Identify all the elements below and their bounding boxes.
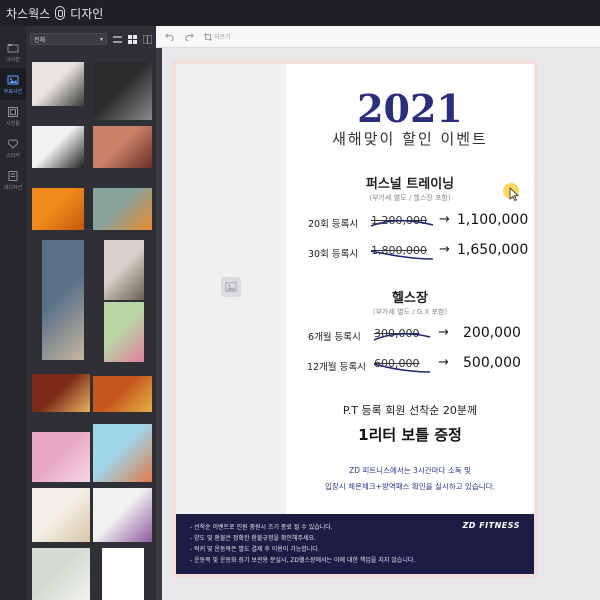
- mouse-pointer-icon: [509, 187, 519, 201]
- redo-icon[interactable]: [184, 32, 194, 42]
- rail-label: 사진틀: [6, 120, 20, 127]
- app-title: 차스웍스: [6, 6, 51, 21]
- grid-view-icon[interactable]: [128, 34, 137, 44]
- price-row: 20회 등록시 1,200,000 → 1,100,000: [286, 212, 534, 231]
- section-title-gym: 헬스장: [392, 291, 428, 306]
- my-design-icon: [8, 170, 18, 181]
- rail-item-my-photos[interactable]: 내사진: [0, 36, 26, 68]
- footer-term-line: - 운동복 및 운동화 장기 보관용 분실시, ZD헬스장에서는 이에 대한 책…: [190, 557, 416, 564]
- new-price: 500,000: [463, 355, 521, 371]
- rail-label: 내사진: [6, 56, 20, 63]
- tangerine-bowl-photo[interactable]: [93, 188, 152, 230]
- image-placeholder-icon[interactable]: [221, 277, 241, 297]
- app-logo-icon: [55, 6, 66, 20]
- editor-left-strip: [156, 48, 162, 600]
- child-smile-photo[interactable]: [104, 302, 144, 362]
- footer-terms: - 선착순 이벤트로 인원 충원시 조기 종료 될 수 있습니다. - 양도 및…: [190, 522, 415, 566]
- crop-icon: [204, 32, 212, 41]
- strike-scribble: [370, 219, 434, 227]
- strike-scribble: [370, 250, 434, 260]
- pizza-photo[interactable]: [32, 374, 90, 412]
- undo-icon[interactable]: [164, 32, 174, 42]
- arrow: →: [438, 355, 449, 370]
- rail-label: 무료사진: [3, 88, 23, 95]
- sanitation-notice-line-2: 입장시 체온체크+방역패스 확인을 실시하고 있습니다.: [324, 482, 495, 491]
- poster-footer: - 선착순 이벤트로 인원 충원시 조기 종료 될 수 있습니다. - 양도 및…: [176, 514, 534, 574]
- price-label: 30회 등록시: [308, 249, 359, 260]
- section-note-gym: (부가세 별도 / G.X 포함): [372, 308, 448, 316]
- section-note-personal-training: (부가세 별도 / 헬스장 포함): [369, 194, 451, 202]
- free-photo-icon: [7, 75, 19, 84]
- large-grid-view-icon[interactable]: [143, 34, 152, 44]
- yogurt-cup-photo[interactable]: [32, 488, 90, 542]
- rail-item-frames[interactable]: 사진틀: [0, 100, 26, 132]
- title-bar: 차스웍스 디자인: [0, 0, 600, 26]
- rail-item-stickers[interactable]: 스티커: [0, 132, 26, 164]
- poster-event-title: 새해맞이 할인 이벤트: [332, 130, 488, 148]
- price-row: 30회 등록시 1,800,000 → 1,650,000: [286, 242, 534, 261]
- arrow: →: [439, 242, 450, 257]
- heart-sticker-icon: [7, 138, 19, 149]
- price-label: 12개월 등록시: [307, 362, 366, 373]
- section-title-personal-training: 퍼스널 트레이닝: [365, 177, 455, 192]
- footer-term-line: - 선착순 이벤트로 인원 충원시 조기 종료 될 수 있습니다.: [190, 524, 333, 531]
- sanitation-notice-line-1: ZD 피트니스에서는 3시간마다 소독 및: [349, 466, 471, 475]
- cake-photo[interactable]: [93, 126, 152, 168]
- price-row: 6개월 등록시 300,000 → 200,000: [286, 325, 534, 344]
- gift-headline: 1리터 보틀 증정: [358, 426, 462, 444]
- tangerines-photo[interactable]: [32, 188, 84, 230]
- theme-select-value: 전체: [34, 36, 46, 44]
- price-label: 6개월 등록시: [308, 332, 361, 343]
- chevron-down-icon: ▾: [99, 35, 103, 43]
- crop-button[interactable]: 자르기: [204, 32, 231, 41]
- app-title-design: 디자인: [70, 6, 104, 21]
- strike-scribble: [373, 363, 431, 373]
- rail-label: 내디자인: [3, 184, 23, 191]
- new-price: 1,650,000: [457, 242, 529, 258]
- footer-term-line: - 락커 및 운동복은 별도 결제 후 이용이 가능합니다.: [190, 546, 320, 553]
- family-beach-photo[interactable]: [42, 240, 84, 360]
- price-row: 12개월 등록시 600,000 → 500,000: [286, 355, 534, 374]
- editor-toolbar: 자르기: [156, 26, 600, 48]
- arrow: →: [438, 325, 449, 340]
- smoothie-photo[interactable]: [93, 424, 152, 482]
- panel-toolbar: 전체 ▾: [26, 26, 156, 52]
- list-view-icon[interactable]: [113, 35, 122, 44]
- macarons-photo[interactable]: [32, 432, 90, 482]
- poster-year: 2021: [357, 86, 463, 131]
- theme-select[interactable]: 전체 ▾: [30, 33, 107, 45]
- brand-logo: ZD FITNESS: [462, 521, 520, 530]
- rail-label: 스티커: [6, 152, 20, 159]
- new-price: 1,100,000: [457, 212, 529, 228]
- strike-scribble: [373, 333, 431, 341]
- berry-smoothie-photo[interactable]: [93, 488, 152, 542]
- footer-term-line: - 양도 및 환불은 정확한 환불규정을 확인해주세요.: [190, 535, 316, 542]
- photo-panel: 전체 ▾: [26, 26, 156, 600]
- family-sunset-photo[interactable]: [104, 240, 144, 300]
- frame-icon: [8, 106, 18, 117]
- juice-glasses-photo[interactable]: [93, 376, 152, 412]
- dumbbell-woman-photo[interactable]: [32, 62, 84, 106]
- poster-photo-slot[interactable]: [176, 64, 286, 514]
- left-icon-rail: 내사진 무료사진 사진틀 스티커 내디자인: [0, 26, 26, 600]
- new-price: 200,000: [463, 325, 521, 341]
- pt-promo-line: P.T 등록 회원 선착순 20분께: [342, 404, 478, 417]
- drink-glass-photo[interactable]: [32, 548, 90, 600]
- dumbbells-photo[interactable]: [32, 126, 84, 168]
- folder-icon: [7, 43, 19, 52]
- arrow: →: [439, 212, 450, 227]
- crop-label: 자르기: [214, 34, 231, 41]
- rail-item-free-photos[interactable]: 무료사진: [0, 68, 26, 100]
- rail-item-my-design[interactable]: 내디자인: [0, 164, 26, 196]
- poster-canvas[interactable]: 2021 새해맞이 할인 이벤트 퍼스널 트레이닝 (부가세 별도 / 헬스장 …: [176, 64, 534, 574]
- gym-barbell-photo[interactable]: [93, 62, 152, 120]
- price-label: 20회 등록시: [308, 219, 359, 230]
- blank-white-photo[interactable]: [102, 548, 144, 600]
